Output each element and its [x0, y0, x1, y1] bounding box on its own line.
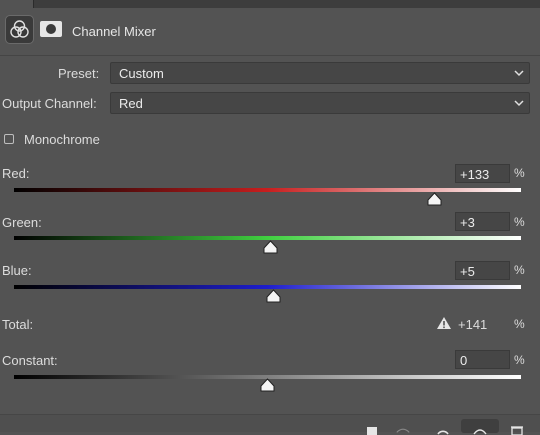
- total-value: +141: [458, 317, 488, 332]
- top-bar: [0, 0, 540, 9]
- green-unit: %: [514, 215, 525, 229]
- constant-label: Constant:: [2, 353, 58, 368]
- green-slider-thumb[interactable]: [263, 240, 278, 254]
- panel-footer: [0, 414, 540, 435]
- preset-value: Custom: [119, 66, 164, 81]
- green-label: Green:: [2, 215, 42, 230]
- trash-icon[interactable]: [510, 425, 524, 435]
- blue-unit: %: [514, 263, 525, 277]
- green-value: +3: [460, 215, 475, 230]
- blue-label: Blue:: [2, 263, 32, 278]
- visibility-icon[interactable]: [396, 425, 410, 435]
- preset-label: Preset:: [58, 66, 100, 81]
- monochrome-label: Monochrome: [24, 132, 100, 147]
- red-label: Red:: [2, 166, 30, 181]
- green-value-input[interactable]: +3: [455, 212, 510, 231]
- red-slider-thumb[interactable]: [427, 192, 442, 206]
- panel-title: Channel Mixer: [72, 24, 156, 39]
- header-divider: [0, 55, 540, 56]
- panel-tab[interactable]: [33, 0, 540, 8]
- warning-icon: [437, 317, 451, 329]
- output-channel-label: Output Channel:: [2, 96, 97, 111]
- eye-icon: [473, 429, 487, 435]
- reset-icon[interactable]: [436, 425, 450, 435]
- red-slider-track[interactable]: [14, 188, 521, 192]
- red-unit: %: [514, 166, 525, 180]
- total-unit: %: [514, 317, 525, 331]
- clip-to-layer-icon[interactable]: [366, 425, 380, 435]
- layer-mask-icon[interactable]: [37, 15, 65, 43]
- constant-value: 0: [460, 353, 468, 368]
- output-channel-value: Red: [119, 96, 143, 111]
- constant-unit: %: [514, 353, 525, 367]
- blue-value-input[interactable]: +5: [455, 261, 510, 280]
- chevron-down-icon: [514, 100, 524, 107]
- blue-value: +5: [460, 264, 475, 279]
- red-value-input[interactable]: +133: [455, 164, 510, 183]
- constant-value-input[interactable]: 0: [455, 350, 510, 369]
- blue-slider-thumb[interactable]: [266, 289, 281, 303]
- chevron-down-icon: [514, 70, 524, 77]
- output-channel-select[interactable]: Red: [110, 92, 530, 114]
- total-label: Total:: [2, 317, 34, 332]
- properties-header: Channel Mixer: [0, 10, 540, 54]
- constant-slider-thumb[interactable]: [260, 378, 275, 392]
- preset-select[interactable]: Custom: [110, 62, 530, 84]
- red-value: +133: [460, 167, 490, 182]
- channel-mixer-icon[interactable]: [5, 15, 34, 44]
- monochrome-checkbox[interactable]: [4, 134, 14, 144]
